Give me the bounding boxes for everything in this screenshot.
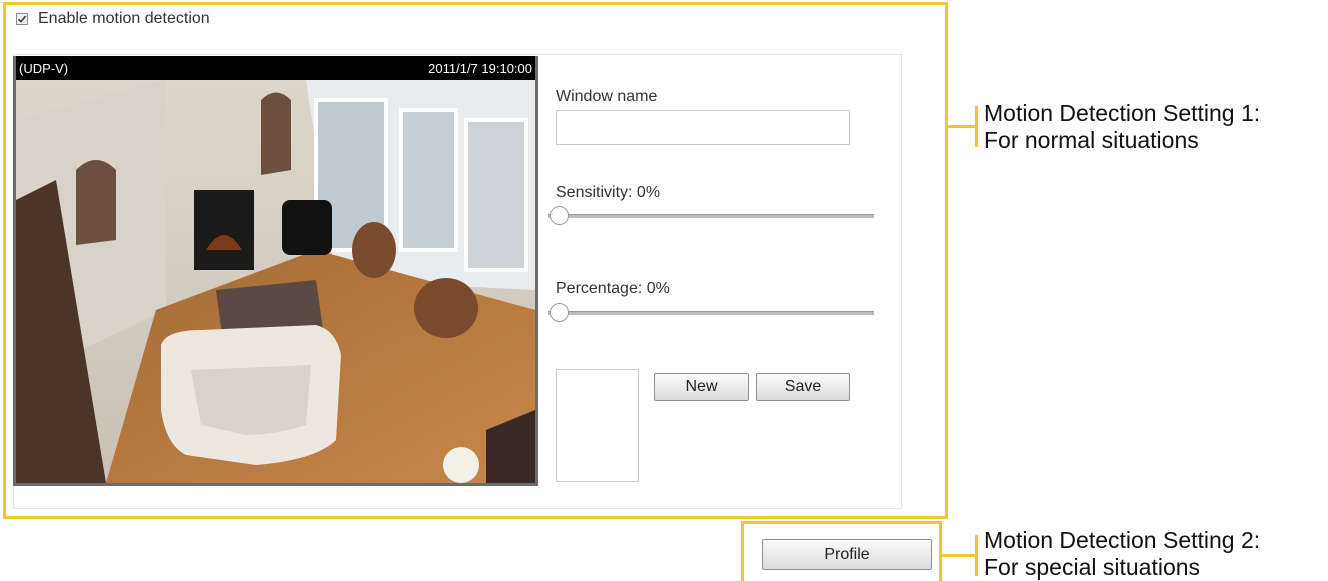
setting-2-annotation-line-2: For special situations <box>984 554 1201 580</box>
save-button[interactable]: Save <box>756 373 850 401</box>
enable-motion-detection-checkbox[interactable] <box>16 13 28 25</box>
window-name-input[interactable] <box>556 110 850 145</box>
setting-1-annotation-line-1: Motion Detection Setting 1: <box>984 100 1261 126</box>
setting-2-annotation-line-1: Motion Detection Setting 2: <box>984 527 1261 553</box>
video-timestamp: 2011/1/7 19:10:00 <box>428 60 532 76</box>
setting-1-annotation: Motion Detection Setting 1: For normal s… <box>984 100 1260 154</box>
window-name-label: Window name <box>556 88 658 105</box>
new-button[interactable]: New <box>654 373 749 401</box>
camera-scene-image <box>16 80 535 483</box>
percentage-slider-handle[interactable] <box>550 303 569 322</box>
percentage-slider-track[interactable] <box>548 311 874 315</box>
setting-1-annotation-line-2: For normal situations <box>984 127 1199 153</box>
profile-button[interactable]: Profile <box>762 539 932 570</box>
setting-1-bracket <box>975 106 978 147</box>
sensitivity-label: Sensitivity: 0% <box>556 184 661 201</box>
live-video-view[interactable]: (UDP-V) 2011/1/7 19:10:00 <box>13 56 538 486</box>
video-caption-bar: (UDP-V) 2011/1/7 19:10:00 <box>16 56 535 80</box>
sensitivity-slider-track[interactable] <box>548 214 874 218</box>
setting-2-bracket <box>975 535 978 576</box>
enable-motion-detection-row[interactable]: Enable motion detection <box>16 10 210 28</box>
setting-2-leader-line <box>942 554 978 557</box>
setting-2-annotation: Motion Detection Setting 2: For special … <box>984 527 1260 581</box>
enable-motion-detection-label: Enable motion detection <box>38 10 210 27</box>
percentage-label: Percentage: 0% <box>556 280 670 297</box>
checkmark-icon <box>17 15 27 23</box>
setting-1-leader-line <box>948 125 978 128</box>
sensitivity-slider-handle[interactable] <box>550 206 569 225</box>
stream-label: (UDP-V) <box>19 60 69 76</box>
window-list-box[interactable] <box>556 369 639 482</box>
